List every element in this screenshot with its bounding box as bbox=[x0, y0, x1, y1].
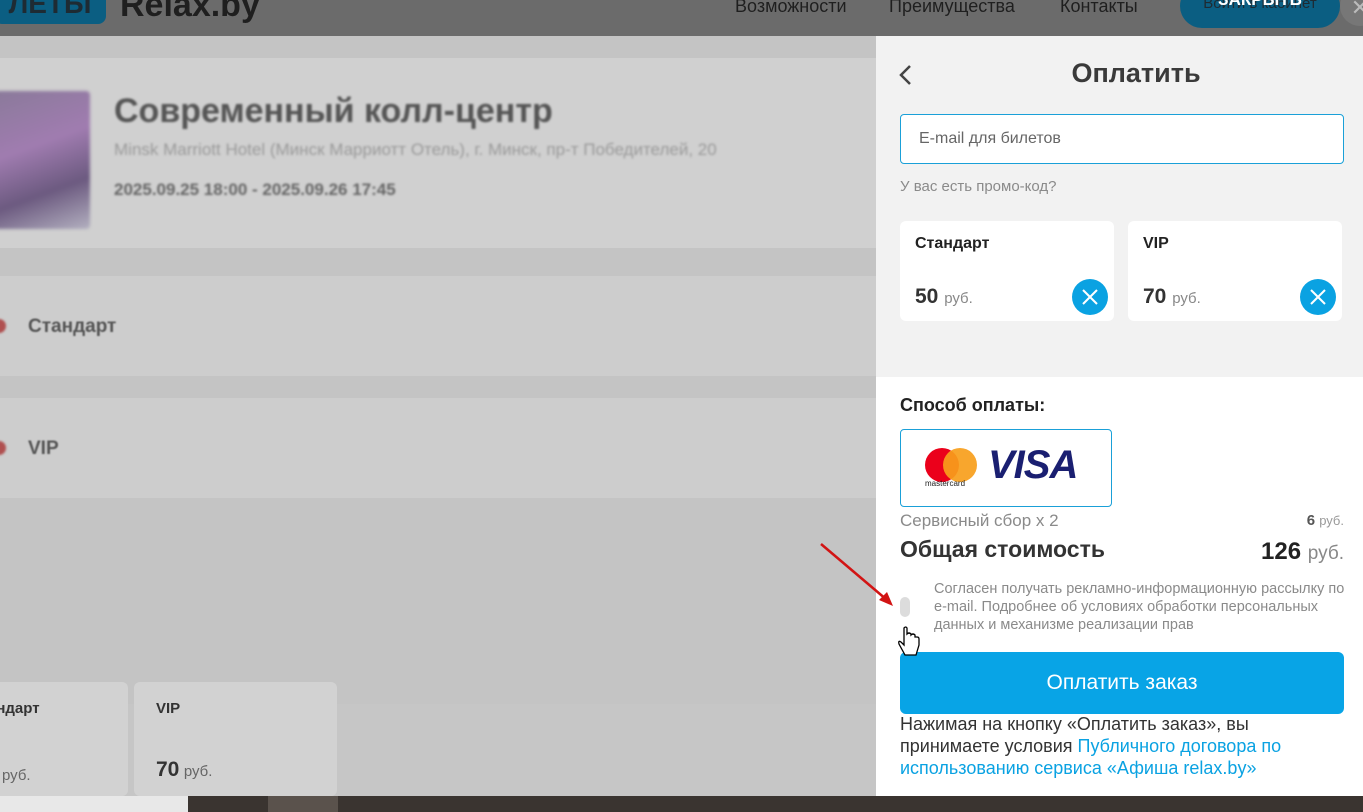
remove-ticket-close-icon[interactable] bbox=[1300, 279, 1336, 315]
payment-method-label: Способ оплаты: bbox=[900, 395, 1046, 415]
event-dates: 2025.09.25 18:00 - 2025.09.26 17:45 bbox=[114, 180, 396, 199]
annotation-arrow-icon bbox=[820, 543, 893, 606]
consent-text: Согласен получать рекламно-информационну… bbox=[934, 581, 1345, 633]
ticket-row-label: VIP bbox=[28, 438, 59, 459]
ticket-radio[interactable] bbox=[0, 441, 6, 455]
nav-contacts[interactable]: Контакты bbox=[1060, 0, 1138, 17]
mini-card-currency: руб. bbox=[183, 763, 213, 780]
close-label[interactable]: ЗАКРЫТЬ bbox=[1218, 0, 1302, 10]
total-currency: руб. bbox=[1307, 543, 1344, 564]
ticket-radio[interactable] bbox=[0, 319, 6, 333]
terms-text: Нажимая на кнопку «Оплатить заказ», вы п… bbox=[900, 714, 1282, 778]
event-title: Современный колл-центр bbox=[114, 92, 553, 130]
promo-code-link[interactable]: У вас есть промо-код? bbox=[900, 178, 1057, 195]
ticket-card-vip: VIP 70 руб. bbox=[1128, 221, 1342, 321]
os-taskbar bbox=[0, 796, 1363, 812]
mini-card-name: VIP bbox=[156, 700, 181, 717]
service-fee-label: Сервисный сбор х 2 bbox=[900, 511, 1059, 530]
service-fee-value: 6 руб. bbox=[1306, 512, 1344, 529]
close-icon[interactable]: ✕ bbox=[1340, 0, 1363, 26]
ticket-row-vip[interactable]: VIP bbox=[0, 398, 876, 498]
site-logo[interactable]: Relax.by bbox=[120, 0, 260, 25]
taskbar-app[interactable] bbox=[268, 796, 338, 812]
ticket-row-standard[interactable]: Стандарт bbox=[0, 276, 876, 376]
bottom-ticket-strip bbox=[0, 704, 876, 796]
taskbar-thumbnail[interactable] bbox=[0, 796, 188, 812]
logo-badge[interactable]: ЛЕТЫ bbox=[0, 0, 106, 24]
mini-card-currency: руб. bbox=[2, 767, 31, 784]
hand-cursor-icon bbox=[898, 626, 920, 656]
ticket-card-currency: руб. bbox=[944, 290, 973, 307]
mini-ticket-card-standard[interactable]: андарт руб. bbox=[0, 682, 128, 796]
consent-checkbox[interactable] bbox=[900, 597, 910, 617]
site-header: ЛЕТЫ Relax.by Возможности Преимущества К… bbox=[0, 0, 1363, 36]
nav-advantages[interactable]: Преимущества bbox=[889, 0, 1015, 17]
ticket-card-name: Стандарт bbox=[915, 235, 990, 252]
ticket-card-price: 50 руб. bbox=[915, 285, 973, 308]
payment-panel: Оплатить У вас есть промо-код? Стандарт … bbox=[876, 36, 1363, 796]
total-label: Общая стоимость bbox=[900, 536, 1105, 562]
ticket-card-standard: Стандарт 50 руб. bbox=[900, 221, 1114, 321]
remove-ticket-close-icon[interactable] bbox=[1072, 279, 1108, 315]
ticket-card-price: 70 руб. bbox=[1143, 285, 1201, 308]
ticket-card-name: VIP bbox=[1143, 235, 1169, 252]
ticket-card-currency: руб. bbox=[1172, 290, 1201, 307]
service-fee-currency: руб. bbox=[1319, 513, 1344, 528]
event-poster-image bbox=[0, 91, 90, 229]
panel-title: Оплатить bbox=[1071, 58, 1201, 88]
pay-order-button[interactable]: Оплатить заказ bbox=[900, 652, 1344, 714]
card-payment-option[interactable]: mastercard VISA bbox=[900, 429, 1112, 507]
event-modal-background: Современный колл-центр Minsk Marriott Ho… bbox=[0, 36, 876, 796]
email-field[interactable] bbox=[900, 114, 1344, 164]
mastercard-wordmark: mastercard bbox=[925, 479, 966, 488]
mini-ticket-card-vip[interactable]: VIP 70 руб. bbox=[134, 682, 337, 796]
mini-card-name: андарт bbox=[0, 700, 40, 717]
nav-features[interactable]: Возможности bbox=[735, 0, 847, 17]
ticket-row-label: Стандарт bbox=[28, 316, 117, 337]
mastercard-icon-overlap bbox=[943, 448, 977, 482]
total-value: 126 руб. bbox=[1261, 538, 1344, 565]
mini-card-price: руб. bbox=[2, 762, 31, 786]
visa-logo: VISA bbox=[988, 443, 1078, 487]
mini-card-price: 70 руб. bbox=[156, 758, 213, 781]
event-venue: Minsk Marriott Hotel (Минск Марриотт Оте… bbox=[114, 140, 717, 159]
